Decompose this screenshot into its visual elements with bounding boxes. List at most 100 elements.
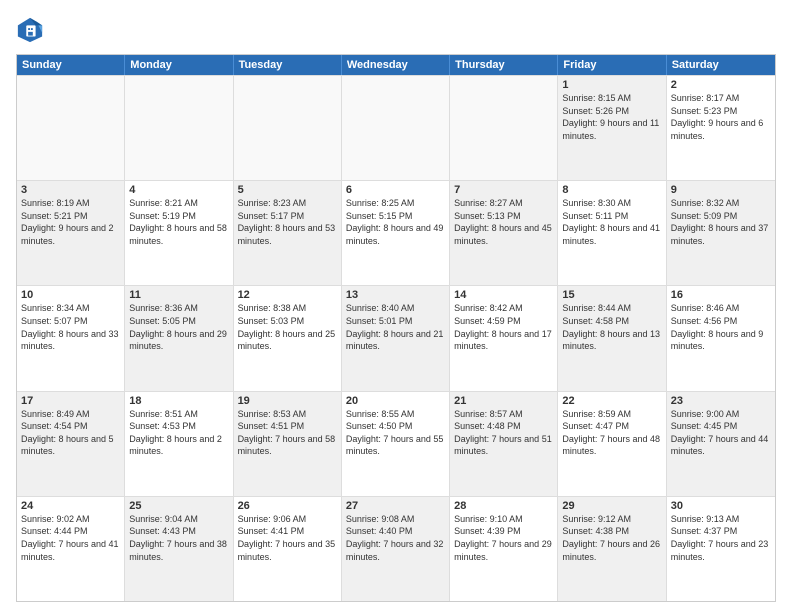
- table-row: 21Sunrise: 8:57 AM Sunset: 4:48 PM Dayli…: [450, 392, 558, 496]
- table-row: 25Sunrise: 9:04 AM Sunset: 4:43 PM Dayli…: [125, 497, 233, 601]
- day-number: 12: [238, 289, 337, 301]
- cal-header-cell: Saturday: [667, 55, 775, 75]
- day-number: 7: [454, 184, 553, 196]
- day-number: 22: [562, 395, 661, 407]
- day-info: Sunrise: 8:57 AM Sunset: 4:48 PM Dayligh…: [454, 408, 553, 458]
- day-number: 4: [129, 184, 228, 196]
- table-row: [234, 76, 342, 180]
- logo-icon: [16, 16, 44, 44]
- day-number: 2: [671, 79, 771, 91]
- day-number: 10: [21, 289, 120, 301]
- day-info: Sunrise: 8:21 AM Sunset: 5:19 PM Dayligh…: [129, 197, 228, 247]
- day-number: 26: [238, 500, 337, 512]
- calendar-row: 1Sunrise: 8:15 AM Sunset: 5:26 PM Daylig…: [17, 75, 775, 180]
- logo: [16, 16, 48, 44]
- calendar-body: 1Sunrise: 8:15 AM Sunset: 5:26 PM Daylig…: [17, 75, 775, 601]
- calendar-header: SundayMondayTuesdayWednesdayThursdayFrid…: [17, 55, 775, 75]
- day-number: 6: [346, 184, 445, 196]
- calendar-row: 10Sunrise: 8:34 AM Sunset: 5:07 PM Dayli…: [17, 285, 775, 390]
- table-row: 12Sunrise: 8:38 AM Sunset: 5:03 PM Dayli…: [234, 286, 342, 390]
- day-info: Sunrise: 8:32 AM Sunset: 5:09 PM Dayligh…: [671, 197, 771, 247]
- day-number: 21: [454, 395, 553, 407]
- day-info: Sunrise: 9:08 AM Sunset: 4:40 PM Dayligh…: [346, 513, 445, 563]
- table-row: [17, 76, 125, 180]
- day-info: Sunrise: 8:44 AM Sunset: 4:58 PM Dayligh…: [562, 302, 661, 352]
- day-info: Sunrise: 8:51 AM Sunset: 4:53 PM Dayligh…: [129, 408, 228, 458]
- table-row: 24Sunrise: 9:02 AM Sunset: 4:44 PM Dayli…: [17, 497, 125, 601]
- table-row: [450, 76, 558, 180]
- calendar-row: 24Sunrise: 9:02 AM Sunset: 4:44 PM Dayli…: [17, 496, 775, 601]
- table-row: 11Sunrise: 8:36 AM Sunset: 5:05 PM Dayli…: [125, 286, 233, 390]
- day-number: 1: [562, 79, 661, 91]
- table-row: 22Sunrise: 8:59 AM Sunset: 4:47 PM Dayli…: [558, 392, 666, 496]
- day-info: Sunrise: 9:06 AM Sunset: 4:41 PM Dayligh…: [238, 513, 337, 563]
- table-row: 2Sunrise: 8:17 AM Sunset: 5:23 PM Daylig…: [667, 76, 775, 180]
- page: SundayMondayTuesdayWednesdayThursdayFrid…: [0, 0, 792, 612]
- day-number: 14: [454, 289, 553, 301]
- table-row: [125, 76, 233, 180]
- table-row: 29Sunrise: 9:12 AM Sunset: 4:38 PM Dayli…: [558, 497, 666, 601]
- day-number: 11: [129, 289, 228, 301]
- day-number: 18: [129, 395, 228, 407]
- table-row: 6Sunrise: 8:25 AM Sunset: 5:15 PM Daylig…: [342, 181, 450, 285]
- table-row: 15Sunrise: 8:44 AM Sunset: 4:58 PM Dayli…: [558, 286, 666, 390]
- day-info: Sunrise: 9:04 AM Sunset: 4:43 PM Dayligh…: [129, 513, 228, 563]
- day-info: Sunrise: 8:15 AM Sunset: 5:26 PM Dayligh…: [562, 92, 661, 142]
- day-info: Sunrise: 8:55 AM Sunset: 4:50 PM Dayligh…: [346, 408, 445, 458]
- table-row: 9Sunrise: 8:32 AM Sunset: 5:09 PM Daylig…: [667, 181, 775, 285]
- day-info: Sunrise: 8:19 AM Sunset: 5:21 PM Dayligh…: [21, 197, 120, 247]
- cal-header-cell: Friday: [558, 55, 666, 75]
- day-number: 15: [562, 289, 661, 301]
- header: [16, 16, 776, 44]
- day-info: Sunrise: 9:13 AM Sunset: 4:37 PM Dayligh…: [671, 513, 771, 563]
- table-row: 26Sunrise: 9:06 AM Sunset: 4:41 PM Dayli…: [234, 497, 342, 601]
- table-row: 19Sunrise: 8:53 AM Sunset: 4:51 PM Dayli…: [234, 392, 342, 496]
- day-info: Sunrise: 9:02 AM Sunset: 4:44 PM Dayligh…: [21, 513, 120, 563]
- day-number: 5: [238, 184, 337, 196]
- cal-header-cell: Thursday: [450, 55, 558, 75]
- day-number: 20: [346, 395, 445, 407]
- table-row: 4Sunrise: 8:21 AM Sunset: 5:19 PM Daylig…: [125, 181, 233, 285]
- table-row: 3Sunrise: 8:19 AM Sunset: 5:21 PM Daylig…: [17, 181, 125, 285]
- table-row: 8Sunrise: 8:30 AM Sunset: 5:11 PM Daylig…: [558, 181, 666, 285]
- day-info: Sunrise: 9:00 AM Sunset: 4:45 PM Dayligh…: [671, 408, 771, 458]
- table-row: [342, 76, 450, 180]
- day-info: Sunrise: 8:46 AM Sunset: 4:56 PM Dayligh…: [671, 302, 771, 352]
- cal-header-cell: Sunday: [17, 55, 125, 75]
- table-row: 18Sunrise: 8:51 AM Sunset: 4:53 PM Dayli…: [125, 392, 233, 496]
- table-row: 10Sunrise: 8:34 AM Sunset: 5:07 PM Dayli…: [17, 286, 125, 390]
- calendar: SundayMondayTuesdayWednesdayThursdayFrid…: [16, 54, 776, 602]
- cal-header-cell: Monday: [125, 55, 233, 75]
- day-info: Sunrise: 9:10 AM Sunset: 4:39 PM Dayligh…: [454, 513, 553, 563]
- day-number: 13: [346, 289, 445, 301]
- day-number: 25: [129, 500, 228, 512]
- calendar-row: 17Sunrise: 8:49 AM Sunset: 4:54 PM Dayli…: [17, 391, 775, 496]
- day-info: Sunrise: 8:36 AM Sunset: 5:05 PM Dayligh…: [129, 302, 228, 352]
- day-number: 8: [562, 184, 661, 196]
- day-number: 16: [671, 289, 771, 301]
- table-row: 13Sunrise: 8:40 AM Sunset: 5:01 PM Dayli…: [342, 286, 450, 390]
- day-info: Sunrise: 8:25 AM Sunset: 5:15 PM Dayligh…: [346, 197, 445, 247]
- day-info: Sunrise: 8:30 AM Sunset: 5:11 PM Dayligh…: [562, 197, 661, 247]
- day-info: Sunrise: 8:59 AM Sunset: 4:47 PM Dayligh…: [562, 408, 661, 458]
- table-row: 14Sunrise: 8:42 AM Sunset: 4:59 PM Dayli…: [450, 286, 558, 390]
- calendar-row: 3Sunrise: 8:19 AM Sunset: 5:21 PM Daylig…: [17, 180, 775, 285]
- day-info: Sunrise: 8:53 AM Sunset: 4:51 PM Dayligh…: [238, 408, 337, 458]
- day-number: 9: [671, 184, 771, 196]
- day-info: Sunrise: 9:12 AM Sunset: 4:38 PM Dayligh…: [562, 513, 661, 563]
- day-number: 3: [21, 184, 120, 196]
- table-row: 30Sunrise: 9:13 AM Sunset: 4:37 PM Dayli…: [667, 497, 775, 601]
- table-row: 20Sunrise: 8:55 AM Sunset: 4:50 PM Dayli…: [342, 392, 450, 496]
- table-row: 23Sunrise: 9:00 AM Sunset: 4:45 PM Dayli…: [667, 392, 775, 496]
- day-info: Sunrise: 8:40 AM Sunset: 5:01 PM Dayligh…: [346, 302, 445, 352]
- cal-header-cell: Wednesday: [342, 55, 450, 75]
- table-row: 16Sunrise: 8:46 AM Sunset: 4:56 PM Dayli…: [667, 286, 775, 390]
- day-number: 17: [21, 395, 120, 407]
- day-info: Sunrise: 8:34 AM Sunset: 5:07 PM Dayligh…: [21, 302, 120, 352]
- day-number: 27: [346, 500, 445, 512]
- day-info: Sunrise: 8:42 AM Sunset: 4:59 PM Dayligh…: [454, 302, 553, 352]
- table-row: 7Sunrise: 8:27 AM Sunset: 5:13 PM Daylig…: [450, 181, 558, 285]
- day-info: Sunrise: 8:23 AM Sunset: 5:17 PM Dayligh…: [238, 197, 337, 247]
- day-number: 23: [671, 395, 771, 407]
- table-row: 17Sunrise: 8:49 AM Sunset: 4:54 PM Dayli…: [17, 392, 125, 496]
